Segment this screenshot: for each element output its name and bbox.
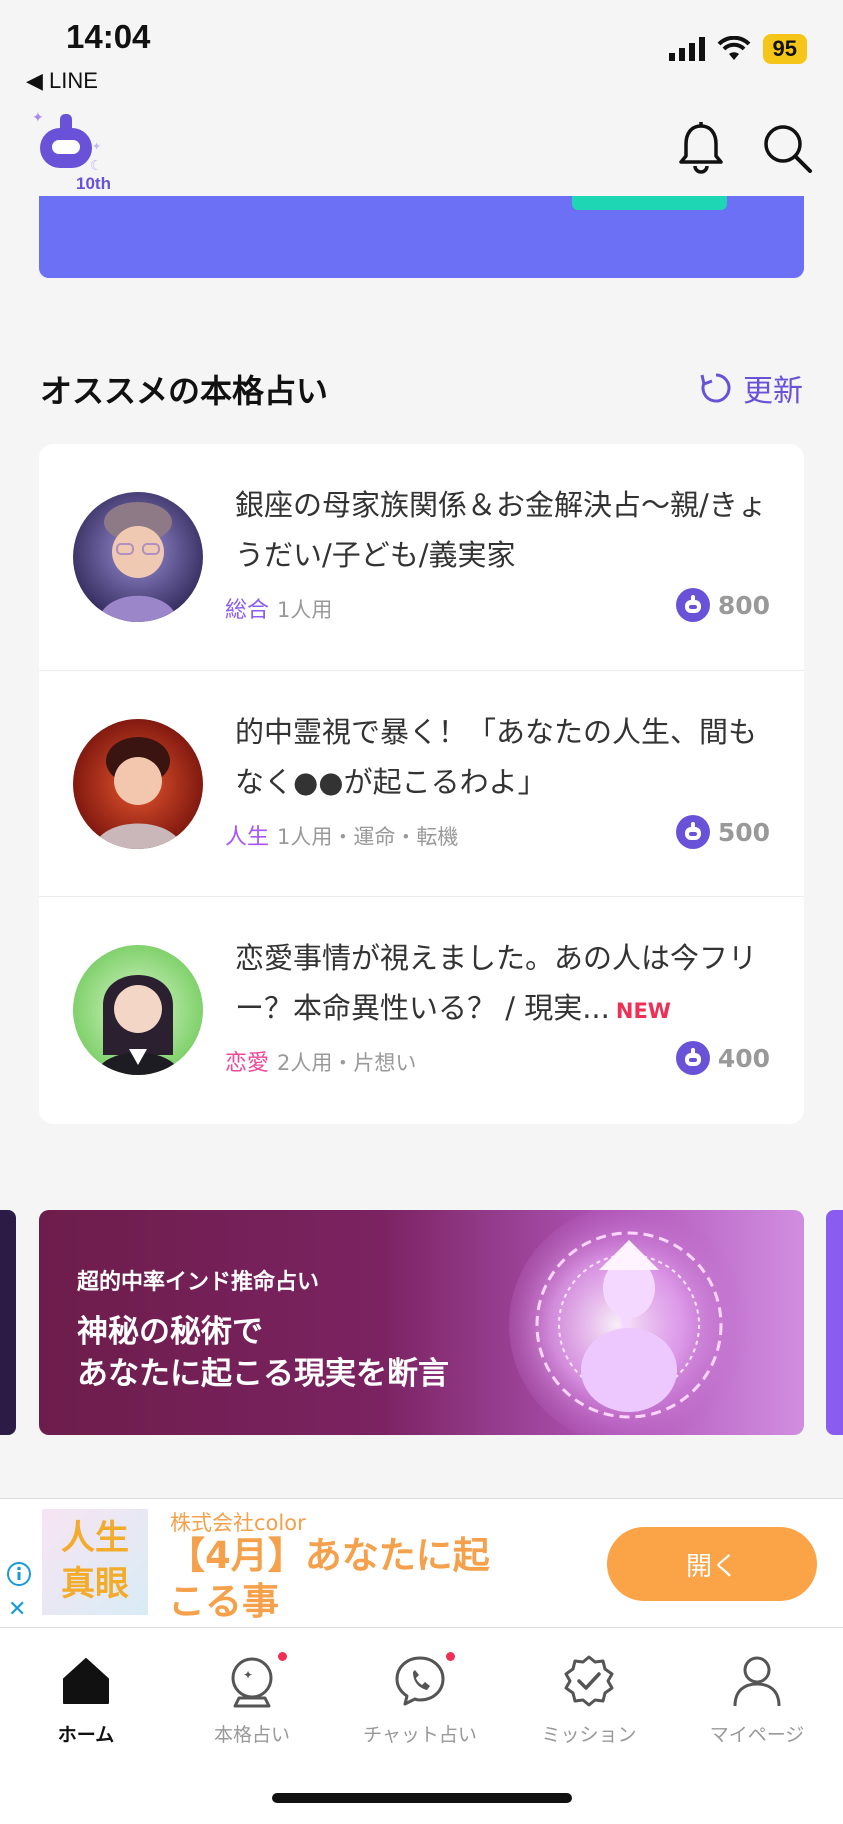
notification-dot bbox=[446, 1652, 455, 1661]
tab-chat-uranai[interactable]: チャット占い bbox=[340, 1648, 500, 1747]
top-banner[interactable] bbox=[39, 196, 804, 278]
chat-phone-icon bbox=[395, 1656, 445, 1706]
reading-title-text: 恋愛事情が視えました。あの人は今フリー？本命異性いる？ / 現実... bbox=[235, 941, 758, 1025]
info-icon bbox=[7, 1562, 31, 1586]
ad-thumbnail-text-2: 真眼 bbox=[61, 1564, 129, 1604]
coin-icon bbox=[675, 1041, 710, 1075]
svg-text:☾: ☾ bbox=[90, 158, 103, 174]
bell-icon bbox=[679, 122, 723, 174]
avatar-image bbox=[73, 492, 203, 622]
ad-info-button[interactable] bbox=[6, 1561, 32, 1591]
status-bar: 14:04 ◀ LINE 95 bbox=[0, 0, 843, 100]
tab-honkaku-uranai-label: 本格占い bbox=[213, 1724, 290, 1746]
svg-text:✦: ✦ bbox=[92, 140, 101, 153]
svg-text:✦: ✦ bbox=[32, 110, 44, 126]
reading-price-value: 800 bbox=[717, 590, 770, 620]
reading-price: 500 bbox=[675, 815, 770, 849]
status-time: 14:04 bbox=[66, 18, 151, 55]
reading-title: 銀座の母家族関係＆お金解決占～親/きょうだい/子ども/義実家 bbox=[235, 488, 767, 572]
new-badge: NEW bbox=[615, 999, 671, 1023]
signal-icon bbox=[668, 37, 705, 61]
carousel-next-slide[interactable] bbox=[826, 1210, 843, 1435]
ganesha-illustration bbox=[509, 1210, 749, 1435]
promo-headline-1: 神秘の秘術で bbox=[77, 1314, 263, 1350]
notification-dot bbox=[278, 1652, 287, 1661]
reading-row[interactable]: 恋愛事情が視えました。あの人は今フリー？本命異性いる？ / 現実... NEW 恋… bbox=[39, 896, 804, 1122]
tab-home[interactable]: ホーム bbox=[6, 1648, 166, 1747]
banner-tab-indicator bbox=[572, 196, 727, 210]
avatar-image bbox=[73, 945, 203, 1075]
badge-check-icon bbox=[564, 1655, 614, 1707]
tab-mypage[interactable]: マイページ bbox=[677, 1648, 837, 1747]
svg-text:✦: ✦ bbox=[243, 1668, 253, 1682]
fortune-teller-avatar bbox=[73, 719, 203, 849]
app-logo[interactable]: ✦ ✦ ☾ 10th bbox=[30, 108, 111, 193]
app-logo-icon: ✦ ✦ ☾ bbox=[32, 110, 103, 174]
reading-row[interactable]: 銀座の母家族関係＆お金解決占～親/きょうだい/子ども/義実家 総合 1人用 800 bbox=[39, 444, 804, 670]
app-header: ✦ ✦ ☾ 10th bbox=[0, 100, 843, 196]
tab-mission[interactable]: ミッション bbox=[509, 1648, 669, 1747]
home-icon bbox=[63, 1658, 109, 1704]
search-button[interactable] bbox=[761, 122, 813, 178]
reading-price-value: 500 bbox=[717, 817, 770, 847]
tab-honkaku-uranai[interactable]: ✦ 本格占い bbox=[172, 1648, 332, 1747]
search-icon bbox=[764, 125, 812, 173]
reading-meta: 恋愛 2人用・片想い bbox=[225, 1045, 416, 1077]
promo-headline-2: あなたに起こる現実を断言 bbox=[77, 1356, 449, 1392]
reading-title: 恋愛事情が視えました。あの人は今フリー？本命異性いる？ / 現実... NEW bbox=[235, 933, 775, 1036]
ad-thumbnail: 人生 真眼 bbox=[42, 1509, 148, 1615]
ad-banner[interactable]: 人生 真眼 株式会社color 【4月】あなたに起こる事 開く ✕ bbox=[0, 1498, 843, 1628]
reading-price: 400 bbox=[675, 1041, 770, 1075]
status-icons: 95 bbox=[668, 34, 807, 64]
tab-chat-uranai-label: チャット占い bbox=[363, 1724, 477, 1746]
back-to-line-link[interactable]: ◀ LINE bbox=[26, 68, 98, 94]
reading-meta-text: 2人用・片想い bbox=[277, 1051, 417, 1075]
reading-meta: 総合 1人用 bbox=[225, 592, 332, 624]
ad-open-button[interactable]: 開く bbox=[607, 1527, 817, 1601]
crystal-ball-icon: ✦ bbox=[231, 1657, 273, 1708]
wifi-icon bbox=[717, 36, 750, 60]
tab-home-label: ホーム bbox=[57, 1724, 115, 1746]
reading-category: 恋愛 bbox=[225, 1051, 270, 1076]
ad-headline: 【4月】あなたに起こる事 bbox=[168, 1534, 490, 1623]
notification-button[interactable] bbox=[677, 122, 725, 178]
avatar-image bbox=[73, 719, 203, 849]
carousel-prev-slide[interactable] bbox=[0, 1210, 16, 1435]
refresh-button[interactable]: 更新 bbox=[699, 366, 803, 410]
promo-kicker: 超的中率インド推命占い bbox=[77, 1270, 320, 1295]
reading-row[interactable]: 的中霊視で暴く！「あなたの人生、間もなく●●が起こるわよ」 人生 1人用・運命・転… bbox=[39, 670, 804, 896]
section-title: オススメの本格占い bbox=[40, 372, 329, 410]
ad-close-button[interactable]: ✕ bbox=[8, 1597, 26, 1622]
reading-price: 800 bbox=[675, 588, 770, 622]
reading-meta-text: 1人用・運命・転機 bbox=[277, 825, 459, 849]
reading-title: 的中霊視で暴く！「あなたの人生、間もなく●●が起こるわよ」 bbox=[235, 715, 758, 799]
reading-category: 人生 bbox=[225, 825, 270, 850]
tab-mission-label: ミッション bbox=[541, 1724, 637, 1746]
user-icon bbox=[733, 1656, 781, 1707]
ad-thumbnail-text-1: 人生 bbox=[61, 1518, 129, 1558]
coin-icon bbox=[675, 815, 710, 849]
logo-anniversary-badge: 10th bbox=[76, 174, 111, 193]
refresh-label: 更新 bbox=[743, 374, 803, 409]
promo-banner[interactable]: 超的中率インド推命占い 神秘の秘術で あなたに起こる現実を断言 bbox=[39, 1210, 804, 1435]
reading-meta-text: 1人用 bbox=[277, 598, 333, 622]
coin-icon bbox=[675, 588, 710, 622]
reading-meta: 人生 1人用・運命・転機 bbox=[225, 819, 458, 851]
reading-category: 総合 bbox=[225, 598, 270, 623]
battery-indicator: 95 bbox=[762, 34, 807, 64]
refresh-icon bbox=[700, 373, 731, 403]
tab-mypage-label: マイページ bbox=[709, 1724, 805, 1746]
home-indicator bbox=[272, 1793, 572, 1803]
reading-price-value: 400 bbox=[717, 1043, 770, 1073]
fortune-teller-avatar bbox=[73, 492, 203, 622]
readings-card: 銀座の母家族関係＆お金解決占～親/きょうだい/子ども/義実家 総合 1人用 800… bbox=[39, 444, 804, 1124]
fortune-teller-avatar bbox=[73, 945, 203, 1075]
